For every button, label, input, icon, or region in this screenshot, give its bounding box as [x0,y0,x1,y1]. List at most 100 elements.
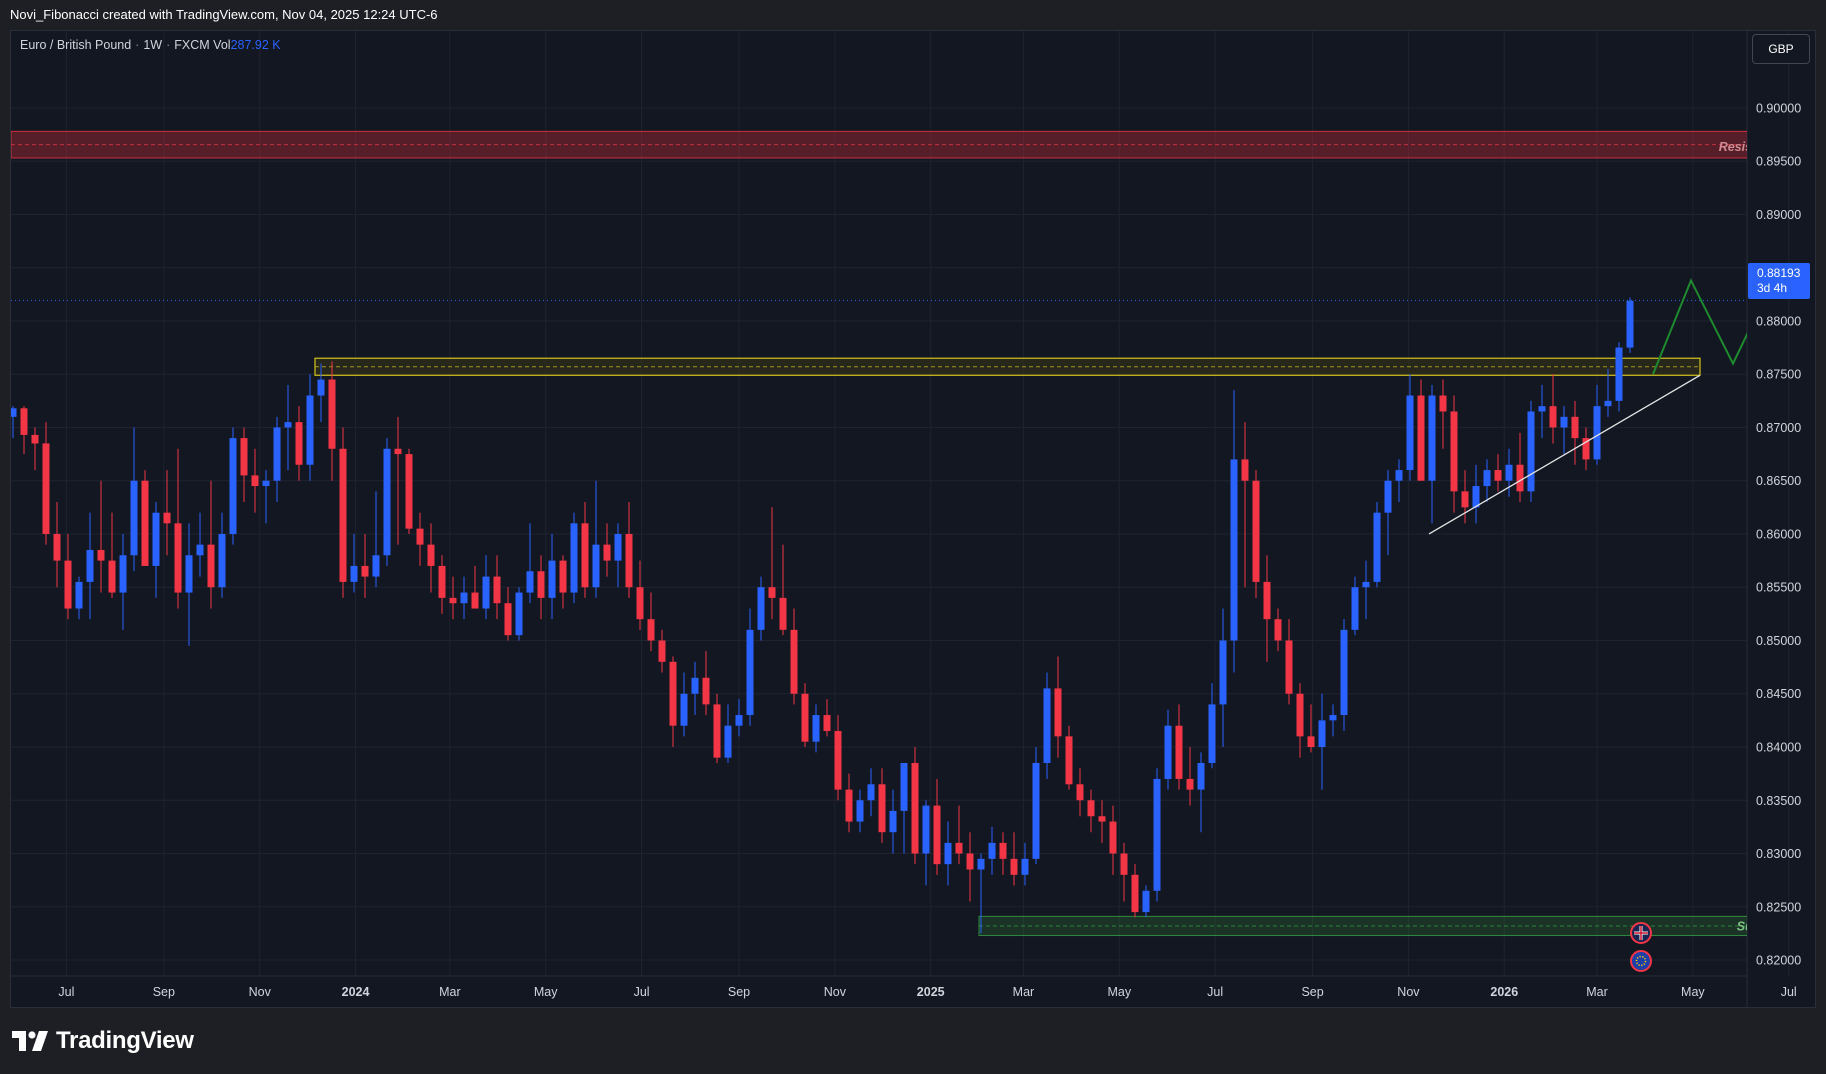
price-tick-label: 0.83500 [1756,794,1801,808]
candle-body [1296,693,1304,737]
candle-body [1428,395,1436,481]
candle-body [262,480,270,487]
candle-body [768,587,776,598]
candle-body [548,560,556,598]
candle-body [955,842,963,854]
time-tick-label: May [1107,985,1131,999]
candle-body [240,438,248,476]
candle-body [185,555,193,593]
candle-body [1307,736,1315,747]
time-tick-label: Sep [1301,985,1323,999]
grid-layer [11,31,1790,976]
candle-body [790,629,798,694]
candle-body [1076,784,1084,801]
candle-body [273,427,281,481]
candle-body [1098,816,1106,822]
candle-body [31,434,39,444]
volume-value: 287.92 K [230,38,281,52]
candle-body [647,619,655,641]
candle-body [1560,416,1568,428]
brand[interactable]: TradingView [12,1024,194,1058]
price-tick-label: 0.84500 [1756,687,1801,701]
candle-body [735,715,743,726]
candle-body [999,842,1007,859]
candle-body [1461,491,1469,508]
candle-body [1450,411,1458,492]
candle-body [1186,778,1194,790]
eu-event-ring [1630,950,1652,972]
candle-body [482,576,490,609]
candle-body [416,528,424,545]
candle-body [1549,406,1557,428]
candle-body [64,560,72,609]
candle-body [141,480,149,566]
candle-body [867,784,875,801]
candle-body [922,805,930,854]
candle-body [757,587,765,630]
candle-body [1538,406,1546,412]
last-price-tag: 0.88193 3d 4h [1748,263,1810,299]
candle-body [317,379,325,396]
candle-body [812,715,820,742]
candle-body [878,784,886,833]
candle-body [1593,406,1601,460]
candle-body [1395,470,1403,481]
price-tick-label: 0.82000 [1756,954,1801,968]
currency-button[interactable]: GBP [1752,34,1810,64]
time-tick-label: 2024 [342,985,370,999]
interval-label[interactable]: 1W [143,38,162,52]
plot-layer: Resistance Support [11,130,1786,937]
price-tick-label: 0.82500 [1756,900,1801,914]
time-tick-label: Nov [824,985,847,999]
candle-body [746,629,754,716]
price-tick-label: 0.86500 [1756,474,1801,488]
ascending-trendline [1428,374,1701,535]
candle-body [86,549,94,582]
candle-body [636,587,644,620]
candle-body [75,581,83,609]
candle-body [218,533,226,588]
candle-body [1274,619,1282,641]
candle-body [394,448,402,455]
candle-body [1285,640,1293,694]
candle-body [988,842,996,859]
candle-body [1010,858,1018,875]
candle-body [460,592,468,604]
candle-body [1516,464,1524,492]
candle-body [97,549,105,561]
time-tick-label: Nov [249,985,272,999]
candle-body [350,565,358,582]
symbol-legend[interactable]: Euro / British Pound · 1W · FXCM Vol287.92 K [20,38,281,52]
symbol-name[interactable]: Euro / British Pound [20,38,131,52]
price-tick-label: 0.85500 [1756,581,1801,595]
candle-body [471,592,479,609]
candle-body [493,576,501,604]
candle-body [1417,395,1425,481]
candle-body [427,544,435,566]
candle-body [295,422,303,465]
candle-body [1142,890,1150,913]
candle-body [515,592,523,636]
candle-body [1439,395,1447,412]
candle-body [713,704,721,758]
candle-body [1131,874,1139,913]
uk-event-icon [1630,922,1652,944]
candle-body [1197,762,1205,790]
last-price-value: 0.88193 [1757,266,1801,280]
time-tick-label: Mar [1586,985,1608,999]
candlestick-chart[interactable]: Resistance Support 0.82000 0.82500 0.83000 0.… [0,0,1826,1008]
time-tick-label: Jul [634,985,650,999]
candle-body [1362,581,1370,588]
candle-body [1208,704,1216,763]
candle-body [163,512,171,524]
price-tick-label: 0.83000 [1756,847,1801,861]
support-label: Support [1737,920,1786,934]
candle-body [284,422,292,428]
candle-body [405,454,413,529]
brand-name: TradingView [56,1027,194,1054]
candle-body [504,603,512,636]
candle-body [977,858,985,870]
candle-body [1406,395,1414,471]
candle-body [1571,416,1579,439]
candle-body [372,555,380,577]
